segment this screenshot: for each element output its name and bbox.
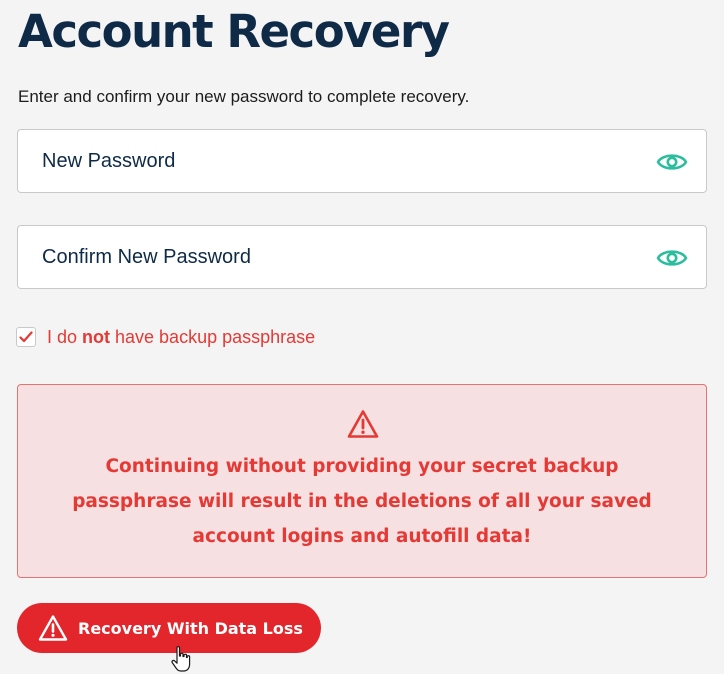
new-password-field — [17, 129, 707, 193]
checkmark-icon — [19, 331, 33, 343]
confirm-password-field — [17, 225, 707, 289]
eye-icon[interactable] — [656, 146, 688, 178]
no-backup-label: I do not have backup passphrase — [47, 326, 316, 347]
no-backup-checkbox[interactable] — [16, 327, 36, 347]
recovery-button-label: Recovery With Data Loss — [78, 618, 303, 638]
no-backup-checkbox-row[interactable]: I do not have backup passphrase — [16, 326, 315, 348]
hand-pointer-cursor-icon — [171, 646, 191, 672]
recovery-with-data-loss-button[interactable]: Recovery With Data Loss — [17, 603, 321, 653]
data-loss-alert: Continuing without providing your secret… — [17, 384, 707, 578]
confirm-password-input[interactable] — [18, 226, 706, 288]
page-subtitle: Enter and confirm your new password to c… — [18, 87, 470, 106]
alert-message: Continuing without providing your secret… — [72, 456, 652, 547]
new-password-input[interactable] — [18, 130, 706, 192]
account-recovery-page: Account Recovery Enter and confirm your … — [0, 0, 724, 674]
warning-icon — [347, 410, 379, 438]
eye-icon[interactable] — [656, 242, 688, 274]
no-backup-label-emphasis: not — [82, 326, 111, 347]
page-title: Account Recovery — [18, 5, 450, 58]
warning-icon — [38, 615, 68, 641]
